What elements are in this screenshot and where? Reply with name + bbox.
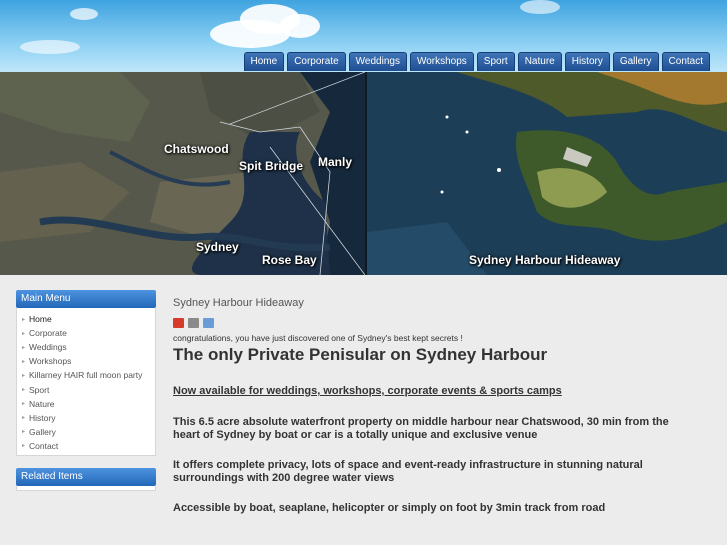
- menu-item-sport[interactable]: ▸ Sport: [17, 382, 155, 396]
- nav-nature[interactable]: Nature: [517, 52, 562, 71]
- menu-item-nature[interactable]: ▸ Nature: [17, 397, 155, 411]
- main-article: Sydney Harbour Hideaway congratulations,…: [173, 290, 698, 515]
- menu-item-contact[interactable]: ▸ Contact: [17, 439, 155, 453]
- menu-item-label: Home: [29, 314, 52, 325]
- arrow-icon: ▸: [22, 372, 26, 379]
- harbour-aerial-photo: [367, 72, 727, 275]
- main-menu: ▸ Home ▸ Corporate ▸ Weddings ▸ Workshops ▸ K…: [16, 308, 156, 456]
- menu-item-label: Contact: [29, 440, 59, 451]
- menu-item-label: Workshops: [29, 356, 72, 367]
- arrow-icon: ▸: [22, 316, 26, 323]
- menu-item-home[interactable]: ▸ Home: [17, 312, 155, 326]
- map-label-sydney: Sydney: [196, 240, 239, 254]
- article-title: Sydney Harbour Hideaway: [173, 297, 304, 309]
- map-label-spit-bridge: Spit Bridge: [239, 159, 304, 173]
- arrow-icon: ▸: [22, 401, 26, 408]
- sidebar: Main Menu ▸ Home ▸ Corporate ▸ Weddings ▸ Wo…: [16, 290, 156, 503]
- map-label-rose-bay: Rose Bay: [262, 253, 317, 267]
- nav-weddings[interactable]: Weddings: [348, 52, 407, 71]
- header-banner: Chatswood Spit Bridge Manly Sydney Rose …: [0, 72, 727, 275]
- arrow-icon: ▸: [22, 358, 26, 365]
- nav-sport[interactable]: Sport: [476, 52, 515, 71]
- pdf-icon[interactable]: [173, 318, 184, 328]
- nav-history[interactable]: History: [564, 52, 610, 71]
- arrow-icon: ▸: [22, 443, 26, 450]
- related-items-box: [16, 485, 156, 491]
- privacy-description: It offers complete privacy, lots of spac…: [173, 459, 643, 484]
- menu-item-label: Weddings: [29, 342, 67, 353]
- property-description: This 6.5 acre absolute waterfront proper…: [173, 416, 669, 441]
- nav-workshops[interactable]: Workshops: [409, 52, 474, 71]
- satellite-map-image: [0, 72, 365, 275]
- nav-contact[interactable]: Contact: [661, 52, 710, 71]
- article-intro: congratulations, you have just discovere…: [173, 333, 463, 343]
- menu-item-label: Gallery: [29, 426, 56, 437]
- menu-item-label: Sport: [29, 384, 50, 395]
- article-tools: [173, 318, 698, 328]
- article-headline: The only Private Penisular on Sydney Har…: [173, 345, 548, 364]
- top-nav: Home Corporate Weddings Workshops Sport …: [243, 52, 710, 71]
- arrow-icon: ▸: [22, 387, 26, 394]
- related-items-title: Related Items: [16, 467, 156, 486]
- photo-label: Sydney Harbour Hideaway: [469, 253, 621, 267]
- menu-item-label: Corporate: [29, 328, 67, 339]
- menu-item-corporate[interactable]: ▸ Corporate: [17, 326, 155, 340]
- menu-item-label: Killarney HAIR full moon party: [29, 370, 143, 381]
- print-icon[interactable]: [188, 318, 199, 328]
- nav-gallery[interactable]: Gallery: [612, 52, 659, 71]
- access-description: Accessible by boat, seaplane, helicopter…: [173, 502, 606, 514]
- arrow-icon: ▸: [22, 344, 26, 351]
- menu-item-label: History: [29, 412, 56, 423]
- menu-item-weddings[interactable]: ▸ Weddings: [17, 340, 155, 354]
- map-label-chatswood: Chatswood: [164, 142, 229, 156]
- map-label-manly: Manly: [318, 155, 353, 169]
- availability-text: Now available for weddings, workshops, c…: [173, 385, 562, 397]
- email-icon[interactable]: [203, 318, 214, 328]
- arrow-icon: ▸: [22, 415, 26, 422]
- menu-item-label: Nature: [29, 398, 55, 409]
- arrow-icon: ▸: [22, 330, 26, 337]
- nav-home[interactable]: Home: [243, 52, 285, 71]
- menu-item-gallery[interactable]: ▸ Gallery: [17, 425, 155, 439]
- menu-item-history[interactable]: ▸ History: [17, 411, 155, 425]
- menu-item-workshops[interactable]: ▸ Workshops: [17, 354, 155, 368]
- menu-item-killarney[interactable]: ▸ Killarney HAIR full moon party: [17, 368, 155, 382]
- arrow-icon: ▸: [22, 429, 26, 436]
- main-menu-title: Main Menu: [16, 290, 156, 308]
- nav-corporate[interactable]: Corporate: [287, 52, 346, 71]
